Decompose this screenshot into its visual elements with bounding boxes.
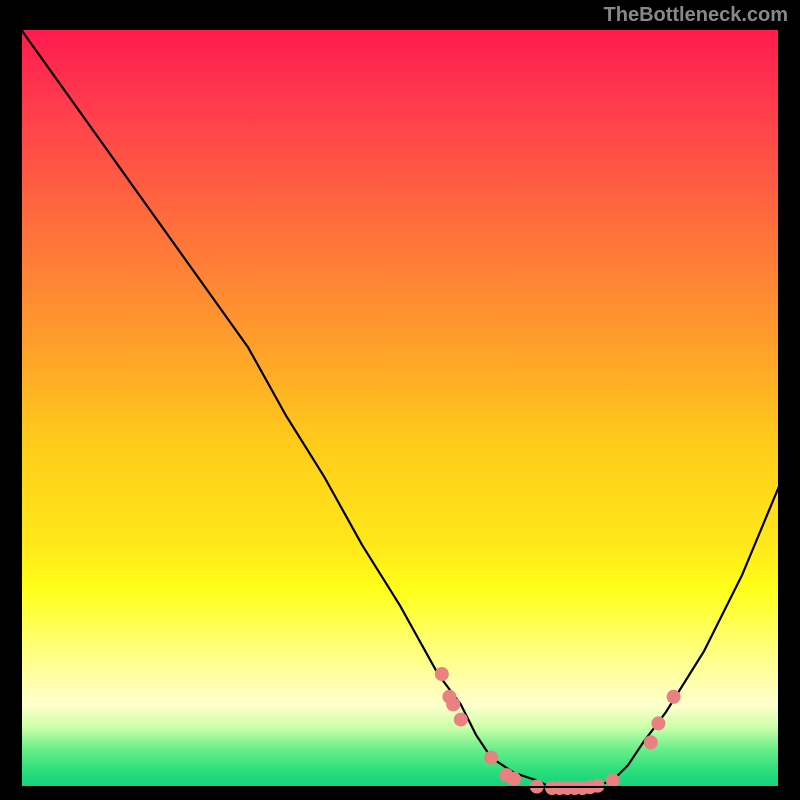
chart-marker (606, 773, 620, 787)
chart-svg (20, 28, 780, 788)
chart-gradient-background (20, 28, 780, 788)
chart-marker (435, 667, 449, 681)
chart-marker (484, 751, 498, 765)
chart-marker (644, 735, 658, 749)
chart-marker (454, 713, 468, 727)
chart-marker (507, 772, 521, 786)
chart-marker (591, 779, 605, 793)
chart-markers (435, 667, 681, 795)
chart-marker (667, 690, 681, 704)
bottleneck-curve (20, 28, 780, 788)
chart-marker (651, 716, 665, 730)
chart-marker (530, 780, 544, 794)
watermark-text: TheBottleneck.com (604, 4, 788, 27)
chart-marker (446, 697, 460, 711)
